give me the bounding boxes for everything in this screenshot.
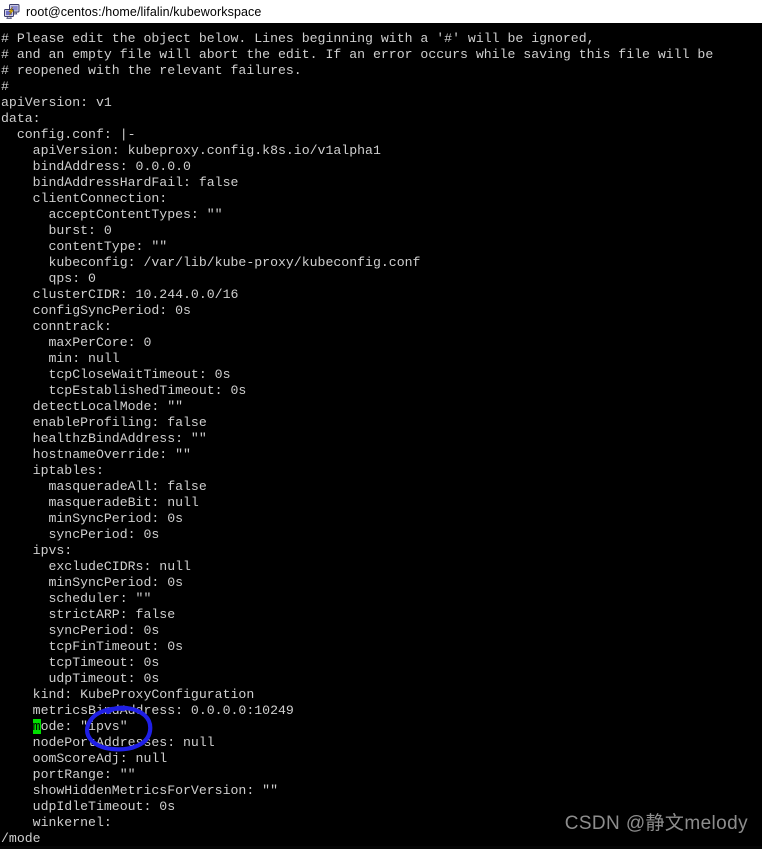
terminal-line: minSyncPeriod: 0s bbox=[1, 575, 184, 590]
terminal-line: enableProfiling: false bbox=[1, 415, 207, 430]
terminal-line: masqueradeAll: false bbox=[1, 479, 207, 494]
terminal-line: bindAddressHardFail: false bbox=[1, 175, 239, 190]
terminal-line: nodePortAddresses: null bbox=[1, 735, 215, 750]
terminal-line: syncPeriod: 0s bbox=[1, 527, 160, 542]
terminal-line: iptables: bbox=[1, 463, 104, 478]
terminal-line: data: bbox=[1, 111, 41, 126]
terminal-line: kubeconfig: /var/lib/kube-proxy/kubeconf… bbox=[1, 255, 421, 270]
terminal-line: strictARP: false bbox=[1, 607, 176, 622]
terminal-line: excludeCIDRs: null bbox=[1, 559, 191, 574]
window-titlebar: root@centos:/home/lifalin/kubeworkspace bbox=[0, 0, 762, 23]
terminal-line: healthzBindAddress: "" bbox=[1, 431, 207, 446]
terminal-line: tcpFinTimeout: 0s bbox=[1, 639, 184, 654]
terminal-line: maxPerCore: 0 bbox=[1, 335, 152, 350]
terminal-line: # bbox=[1, 79, 9, 94]
terminal-screen[interactable]: # Please edit the object below. Lines be… bbox=[0, 23, 762, 849]
terminal-line: hostnameOverride: "" bbox=[1, 447, 191, 462]
terminal-text-buffer: # Please edit the object below. Lines be… bbox=[0, 31, 762, 847]
terminal-line: clusterCIDR: 10.244.0.0/16 bbox=[1, 287, 239, 302]
terminal-line: detectLocalMode: "" bbox=[1, 399, 184, 414]
terminal-line: tcpEstablishedTimeout: 0s bbox=[1, 383, 247, 398]
terminal-line: conntrack: bbox=[1, 319, 112, 334]
terminal-line: portRange: "" bbox=[1, 767, 136, 782]
terminal-line: ipvs: bbox=[1, 543, 73, 558]
terminal-line: tcpTimeout: 0s bbox=[1, 655, 160, 670]
terminal-line: syncPeriod: 0s bbox=[1, 623, 160, 638]
terminal-line: configSyncPeriod: 0s bbox=[1, 303, 191, 318]
terminal-line: udpTimeout: 0s bbox=[1, 671, 160, 686]
terminal-line: # Please edit the object below. Lines be… bbox=[1, 31, 595, 46]
terminal-line: mode: "ipvs" bbox=[32, 719, 128, 734]
terminal-line: oomScoreAdj: null bbox=[1, 751, 168, 766]
terminal-line: qps: 0 bbox=[1, 271, 96, 286]
putty-terminal-icon bbox=[3, 3, 21, 21]
terminal-line: masqueradeBit: null bbox=[1, 495, 199, 510]
putty-terminal-window: root@centos:/home/lifalin/kubeworkspace … bbox=[0, 0, 762, 849]
terminal-cursor: m bbox=[32, 719, 41, 734]
terminal-line: burst: 0 bbox=[1, 223, 112, 238]
terminal-line: apiVersion: v1 bbox=[1, 95, 112, 110]
window-title: root@centos:/home/lifalin/kubeworkspace bbox=[26, 4, 262, 19]
terminal-line: showHiddenMetricsForVersion: "" bbox=[1, 783, 278, 798]
terminal-line: clientConnection: bbox=[1, 191, 168, 206]
terminal-line: scheduler: "" bbox=[1, 591, 152, 606]
terminal-line: contentType: "" bbox=[1, 239, 168, 254]
csdn-watermark: CSDN @静文melody bbox=[564, 813, 748, 834]
terminal-line: acceptContentTypes: "" bbox=[1, 207, 223, 222]
terminal-line: bindAddress: 0.0.0.0 bbox=[1, 159, 191, 174]
terminal-line: # and an empty file will abort the edit.… bbox=[1, 47, 714, 62]
terminal-line: # reopened with the relevant failures. bbox=[1, 63, 302, 78]
terminal-line: apiVersion: kubeproxy.config.k8s.io/v1al… bbox=[1, 143, 381, 158]
terminal-line: tcpCloseWaitTimeout: 0s bbox=[1, 367, 231, 382]
terminal-line: kind: KubeProxyConfiguration bbox=[1, 687, 255, 702]
terminal-line: minSyncPeriod: 0s bbox=[1, 511, 184, 526]
terminal-line: metricsBindAddress: 0.0.0.0:10249 bbox=[1, 703, 294, 718]
terminal-line: config.conf: |- bbox=[1, 127, 136, 142]
terminal-line: min: null bbox=[1, 351, 120, 366]
